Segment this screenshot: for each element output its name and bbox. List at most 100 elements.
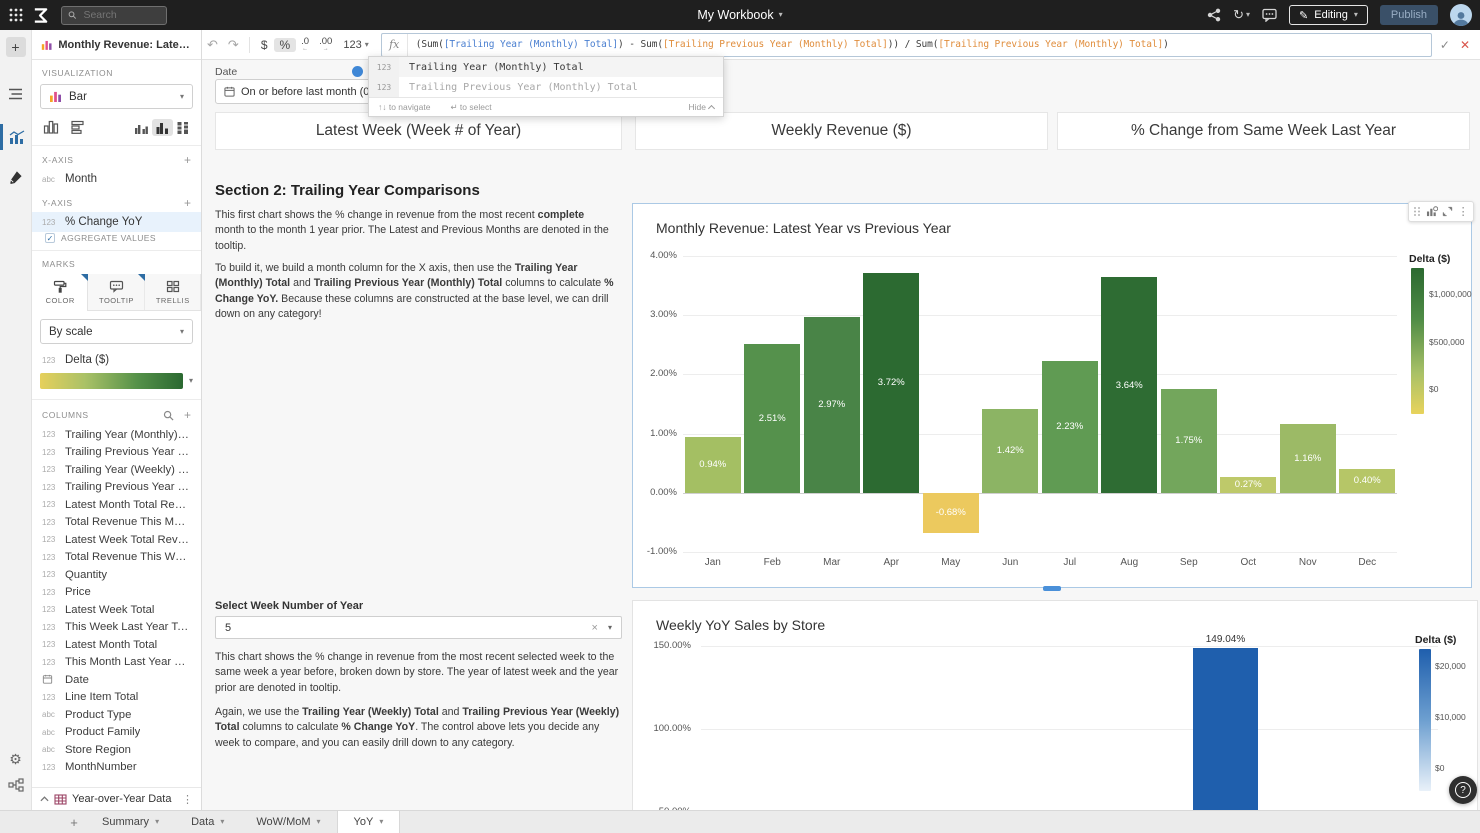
bar-store[interactable] <box>1193 648 1258 810</box>
monthly-revenue-chart-card[interactable]: Monthly Revenue: Latest Year vs Previous… <box>632 203 1472 588</box>
maximize-icon[interactable] <box>1442 206 1453 217</box>
header-card[interactable]: Latest Week (Week # of Year) <box>215 112 622 150</box>
number-format-dropdown[interactable]: 123 ▾ <box>337 39 374 51</box>
y-axis-field-selected[interactable]: 123 % Change YoY <box>32 212 201 232</box>
comments-icon[interactable] <box>1262 8 1277 22</box>
element-panel-button[interactable] <box>0 124 32 150</box>
avatar[interactable] <box>1450 4 1472 26</box>
settings-gear-icon[interactable]: ⚙ <box>0 746 32 772</box>
column-item[interactable]: 123Latest Week Total <box>32 601 201 619</box>
stacked-bars-icon[interactable] <box>173 119 193 136</box>
aggregate-values-row[interactable]: ✓ AGGREGATE VALUES <box>32 232 201 250</box>
header-card[interactable]: Weekly Revenue ($) <box>635 112 1048 150</box>
add-x-axis-button[interactable]: + <box>184 154 191 166</box>
color-field[interactable]: 123 Delta ($) <box>32 344 201 370</box>
chevron-down-icon[interactable]: ▾ <box>189 377 193 385</box>
weekly-yoy-chart-card[interactable]: Weekly YoY Sales by Store 150.00%100.00%… <box>632 600 1478 810</box>
apps-grid-icon[interactable] <box>8 7 24 23</box>
search-input[interactable] <box>81 8 160 22</box>
column-item[interactable]: 123Price <box>32 584 201 602</box>
kebab-menu-icon[interactable]: ⋮ <box>182 793 193 806</box>
data-source-row[interactable]: Year-over-Year Data ⋮ <box>32 787 201 810</box>
column-item[interactable]: 123Line Item Total <box>32 689 201 707</box>
column-item[interactable]: 123Latest Month Total <box>32 636 201 654</box>
add-page-button[interactable]: + <box>62 811 86 833</box>
kebab-menu-icon[interactable]: ⋮ <box>1458 205 1469 218</box>
formula-input[interactable]: (Sum([Trailing Year (Monthly) Total]) - … <box>408 34 1431 56</box>
column-item[interactable]: 123Latest Month Total Revenue <box>32 496 201 514</box>
bar-nov[interactable]: 1.16% <box>1280 424 1336 493</box>
formula-cancel-button[interactable]: ✕ <box>1460 38 1470 52</box>
bar-jul[interactable]: 2.23% <box>1042 361 1098 493</box>
add-column-button[interactable]: + <box>184 409 191 421</box>
undo-button[interactable]: ↶ <box>202 37 223 53</box>
formula-bar[interactable]: fx (Sum([Trailing Year (Monthly) Total])… <box>381 33 1432 57</box>
global-search[interactable] <box>61 6 167 25</box>
column-item[interactable]: 123This Month Last Year Total <box>32 654 201 672</box>
bar-feb[interactable]: 2.51% <box>744 344 800 493</box>
decrease-decimal-button[interactable]: .0← <box>296 37 314 53</box>
grouped-bars-small-icon[interactable] <box>131 119 152 136</box>
add-element-button[interactable]: + <box>6 37 26 57</box>
tab-wow-mom[interactable]: WoW/MoM▾ <box>240 811 336 833</box>
column-item[interactable]: abcProduct Family <box>32 724 201 742</box>
autocomplete-item[interactable]: 123Trailing Previous Year (Monthly) Tota… <box>369 77 723 97</box>
autocomplete-item[interactable]: 123Trailing Year (Monthly) Total <box>369 57 723 77</box>
column-item[interactable]: 123Trailing Previous Year (Monthl... <box>32 444 201 462</box>
column-item[interactable]: 123MonthNumber <box>32 759 201 777</box>
bar-jan[interactable]: 0.94% <box>685 437 741 493</box>
column-item[interactable]: 123Trailing Year (Weekly) Total <box>32 461 201 479</box>
checkbox-checked-icon[interactable]: ✓ <box>45 233 55 243</box>
sigma-logo[interactable] <box>32 7 49 24</box>
bar-jun[interactable]: 1.42% <box>982 409 1038 493</box>
chevron-down-icon[interactable]: ▾ <box>608 623 612 632</box>
editing-mode-button[interactable]: ✎ Editing ▾ <box>1289 5 1368 25</box>
drag-handle-icon[interactable] <box>1413 206 1421 217</box>
refresh-icon[interactable]: ↻▾ <box>1233 7 1250 23</box>
column-item[interactable]: 123Latest Week Total Revenue <box>32 531 201 549</box>
column-item[interactable]: 123Total Revenue This Week Last... <box>32 549 201 567</box>
tab-yoy[interactable]: YoY▾ <box>337 811 401 833</box>
add-y-axis-button[interactable]: + <box>184 197 191 209</box>
page-outline-button[interactable] <box>0 81 32 107</box>
element-header[interactable]: Monthly Revenue: Latest Year... <box>32 30 201 60</box>
x-axis-field[interactable]: abc Month <box>32 169 201 189</box>
bar-sep[interactable]: 1.75% <box>1161 389 1217 493</box>
explore-chart-icon[interactable] <box>1426 206 1438 217</box>
redo-button[interactable]: ↷ <box>223 37 244 53</box>
format-panel-button[interactable] <box>0 164 32 190</box>
bar-apr[interactable]: 3.72% <box>863 273 919 493</box>
formula-confirm-button[interactable]: ✓ <box>1440 38 1450 52</box>
hide-autocomplete-button[interactable]: Hide <box>689 102 714 112</box>
clear-icon[interactable]: × <box>592 622 598 634</box>
column-item[interactable]: 123Total Revenue This Month Las... <box>32 514 201 532</box>
search-icon[interactable] <box>163 410 174 421</box>
column-item[interactable]: 123Quantity <box>32 566 201 584</box>
help-button[interactable]: ? <box>1449 776 1477 804</box>
tab-tooltip[interactable]: TOOLTIP <box>88 274 144 311</box>
column-item[interactable]: Date <box>32 671 201 689</box>
column-item[interactable]: abcProduct Type <box>32 706 201 724</box>
resize-handle[interactable] <box>1043 586 1061 591</box>
increase-decimal-button[interactable]: .00→ <box>314 37 337 53</box>
tab-color[interactable]: COLOR <box>32 274 88 311</box>
color-gradient-swatch[interactable] <box>40 373 183 389</box>
bar-oct[interactable]: 0.27% <box>1220 477 1276 493</box>
collapse-chevron-icon[interactable] <box>40 796 49 802</box>
chart-type-dropdown[interactable]: Bar ▾ <box>40 84 193 109</box>
bar-aug[interactable]: 3.64% <box>1101 277 1157 492</box>
bar-dec[interactable]: 0.40% <box>1339 469 1395 493</box>
share-icon[interactable] <box>1207 8 1221 22</box>
column-item[interactable]: abcStore Region <box>32 741 201 759</box>
percent-format-button[interactable]: % <box>274 38 297 52</box>
bar-may[interactable]: -0.68% <box>923 493 979 533</box>
bar-mar[interactable]: 2.97% <box>804 317 860 493</box>
horizontal-bar-icon[interactable] <box>68 118 89 136</box>
week-select-control[interactable]: 5 × ▾ <box>215 616 622 639</box>
tab-data[interactable]: Data▾ <box>175 811 240 833</box>
column-item[interactable]: 123Trailing Previous Year (Weekly... <box>32 479 201 497</box>
tab-trellis[interactable]: TRELLIS <box>145 274 201 311</box>
color-mode-dropdown[interactable]: By scale ▾ <box>40 319 193 344</box>
workbook-title[interactable]: My Workbook ▾ <box>697 8 782 22</box>
lineage-icon[interactable] <box>0 772 32 798</box>
